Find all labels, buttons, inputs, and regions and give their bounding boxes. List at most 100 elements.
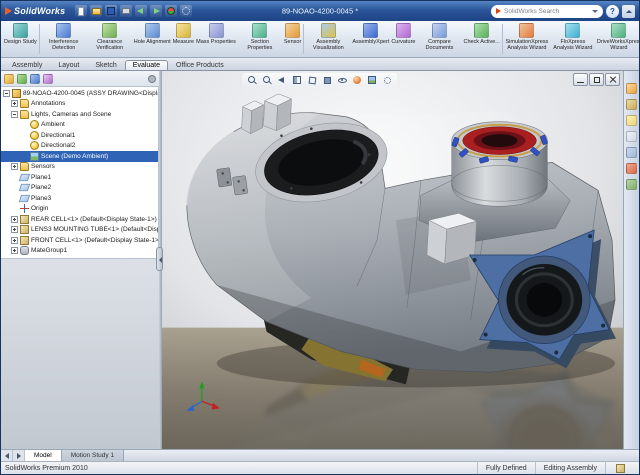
tab-layout[interactable]: Layout <box>50 60 87 70</box>
rebuild-icon[interactable] <box>165 5 177 17</box>
hide-show-items-icon[interactable] <box>336 74 348 86</box>
tab-scroll-right-button[interactable] <box>13 450 25 461</box>
open-icon[interactable] <box>90 5 102 17</box>
display-style-icon[interactable] <box>321 74 333 86</box>
undo-icon[interactable] <box>135 5 147 17</box>
tab-office-products[interactable]: Office Products <box>168 60 232 70</box>
tree-row-plane2[interactable]: Plane2 <box>1 183 158 194</box>
pushpin-icon[interactable] <box>148 75 156 83</box>
ribbon-tool-compare-documents[interactable]: Compare Documents <box>416 22 462 56</box>
tree-row-lens3-mounting-tube[interactable]: LENS3 MOUNTING TUBE<1> (Default<Display … <box>1 225 158 236</box>
custom-properties-icon[interactable] <box>626 179 637 190</box>
tab-motion-study-1[interactable]: Motion Study 1 <box>62 450 124 461</box>
tree-row-sensors[interactable]: Sensors <box>1 162 158 173</box>
view-settings-icon[interactable] <box>381 74 393 86</box>
collapse-expander-icon[interactable] <box>3 90 10 97</box>
close-icon[interactable] <box>605 73 620 86</box>
expand-expander-icon[interactable] <box>11 247 18 254</box>
expand-expander-icon[interactable] <box>11 216 18 223</box>
tab-scroll-left-button[interactable] <box>1 450 13 461</box>
zoom-area-icon[interactable] <box>261 74 273 86</box>
file-explorer-icon[interactable] <box>626 115 637 126</box>
appearances-scenes-icon[interactable] <box>626 163 637 174</box>
tree-row-origin[interactable]: Origin <box>1 204 158 215</box>
options-icon[interactable] <box>180 5 192 17</box>
ribbon-tool-section-properties[interactable]: Section Properties <box>237 22 283 56</box>
search-icon[interactable] <box>626 131 637 142</box>
ribbon-tool-assemblyxpert[interactable]: AssemblyXpert <box>351 22 390 56</box>
tab-assembly[interactable]: Assembly <box>4 60 50 70</box>
expand-expander-icon[interactable] <box>11 100 18 107</box>
edit-appearance-icon[interactable] <box>351 74 363 86</box>
ribbon-tool-measure[interactable]: Measure <box>172 22 195 56</box>
editing-mode: Editing Assembly <box>535 462 605 474</box>
check-active-document-icon <box>474 23 489 38</box>
view-palette-icon[interactable] <box>626 147 637 158</box>
view-orientation-icon[interactable] <box>306 74 318 86</box>
ribbon-tool-assembly-visualization[interactable]: Assembly Visualization <box>305 22 351 56</box>
ribbon-tool-mass-properties[interactable]: Mass Properties <box>195 22 237 56</box>
ribbon-tool-clearance-verification[interactable]: Clearance Verification <box>87 22 133 56</box>
design-library-icon[interactable] <box>626 99 637 110</box>
search-dropdown-icon[interactable] <box>592 10 598 13</box>
ribbon-tool-simulationxpress[interactable]: SimulationXpress Analysis Wizard <box>504 22 550 56</box>
tree-row-rear-cell[interactable]: REAR CELL<1> (Default<Display State-1>) <box>1 214 158 225</box>
ribbon-tool-design-study[interactable]: Design Study <box>3 22 38 56</box>
tree-row-front-cell[interactable]: FRONT CELL<1> (Default<Display State-1>) <box>1 235 158 246</box>
ribbon-tool-hole-alignment[interactable]: Hole Alignment <box>133 22 172 56</box>
tree-row-lights-cameras-scene[interactable]: Lights, Cameras and Scene <box>1 109 158 120</box>
ribbon-tool-interference-detection[interactable]: Interference Detection <box>41 22 87 56</box>
restore-icon[interactable] <box>589 73 604 86</box>
solidworks-menu-button[interactable]: SolidWorks <box>1 6 69 16</box>
new-document-icon[interactable] <box>75 5 87 17</box>
expand-expander-icon[interactable] <box>11 237 18 244</box>
solidworks-resources-icon[interactable] <box>626 83 637 94</box>
redo-icon[interactable] <box>150 5 162 17</box>
tree-row-plane3[interactable]: Plane3 <box>1 193 158 204</box>
propertymanager-icon[interactable] <box>17 74 27 84</box>
tree-row-ambient[interactable]: Ambient <box>1 120 158 131</box>
solidworks-logo-icon <box>5 7 12 15</box>
help-button[interactable]: ? <box>606 5 619 18</box>
apply-scene-icon[interactable] <box>366 74 378 86</box>
tab-evaluate[interactable]: Evaluate <box>125 60 168 70</box>
section-view-icon[interactable] <box>291 74 303 86</box>
tab-sketch[interactable]: Sketch <box>87 60 124 70</box>
displaymanager-icon[interactable] <box>43 74 53 84</box>
minimize-icon[interactable] <box>573 73 588 86</box>
tree-row-annotations[interactable]: Annotations <box>1 99 158 110</box>
part-icon <box>20 215 29 224</box>
quick-access-toolbar <box>75 5 192 17</box>
featuremanager-icon[interactable] <box>4 74 14 84</box>
ribbon-tool-curvature[interactable]: Curvature <box>390 22 416 56</box>
tree-row-mategroup1[interactable]: MateGroup1 <box>1 246 158 257</box>
previous-view-icon[interactable] <box>276 74 288 86</box>
tree-row-directional1[interactable]: Directional1 <box>1 130 158 141</box>
tree-row-root[interactable]: 89-NOAO-4200-0045 (ASSY DRAWING<Display … <box>1 88 158 99</box>
tree-row-directional2[interactable]: Directional2 <box>1 141 158 152</box>
zoom-fit-icon[interactable] <box>246 74 258 86</box>
titlebar-right: SolidWorks Search ? <box>491 5 639 18</box>
expand-expander-icon[interactable] <box>11 226 18 233</box>
tree-row-scene-selected[interactable]: Scene (Demo Ambient) <box>1 151 158 162</box>
collapse-menu-button[interactable] <box>622 5 635 18</box>
expand-expander-icon[interactable] <box>11 163 18 170</box>
ribbon-tool-driveworksxpress[interactable]: DriveWorksXpress Wizard <box>596 22 639 56</box>
ribbon-tool-floxpress[interactable]: FloXpress Analysis Wizard <box>550 22 596 56</box>
search-input[interactable]: SolidWorks Search <box>491 5 603 18</box>
folder-icon <box>20 99 29 108</box>
feature-tree: 89-NOAO-4200-0045 (ASSY DRAWING<Display … <box>1 87 159 259</box>
interference-detection-icon <box>56 23 71 38</box>
save-icon[interactable] <box>105 5 117 17</box>
collapse-expander-icon[interactable] <box>11 111 18 118</box>
print-icon[interactable] <box>120 5 132 17</box>
panel-collapse-handle[interactable] <box>156 247 163 271</box>
ribbon-tool-sensor[interactable]: Sensor <box>283 22 302 56</box>
tab-model[interactable]: Model <box>25 450 62 461</box>
configurationmanager-icon[interactable] <box>30 74 40 84</box>
ribbon-tool-check-active[interactable]: Check Active... <box>462 22 500 56</box>
mategroup-icon <box>20 246 29 255</box>
graphics-viewport[interactable] <box>162 71 623 449</box>
tree-row-plane1[interactable]: Plane1 <box>1 172 158 183</box>
part-icon <box>20 236 29 245</box>
